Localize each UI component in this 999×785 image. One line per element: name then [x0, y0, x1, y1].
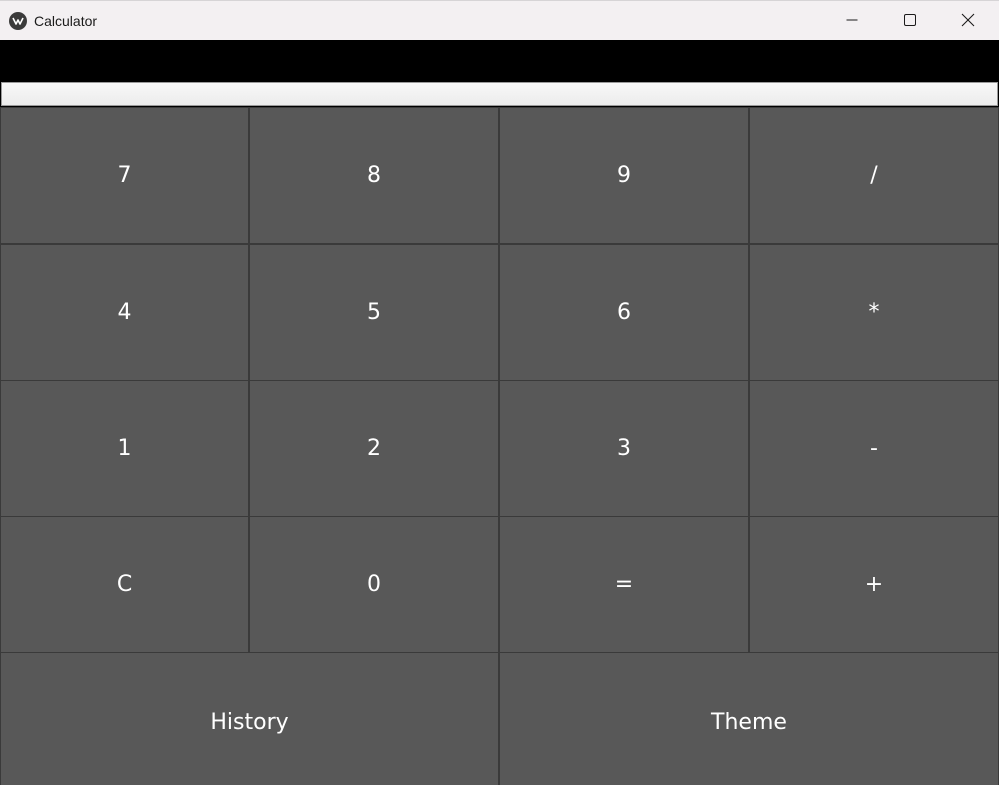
key-5[interactable]: 5: [249, 244, 499, 381]
close-icon: [961, 13, 975, 27]
app-logo-icon: [9, 12, 27, 30]
key-subtract[interactable]: -: [749, 380, 999, 517]
key-7[interactable]: 7: [0, 107, 249, 244]
maximize-button[interactable]: [881, 0, 939, 40]
key-9[interactable]: 9: [499, 107, 749, 244]
key-label: 9: [617, 163, 631, 188]
close-button[interactable]: [939, 0, 997, 40]
theme-button[interactable]: Theme: [499, 652, 999, 785]
key-label: 3: [617, 436, 631, 461]
maximize-icon: [904, 14, 916, 26]
key-divide[interactable]: /: [749, 107, 999, 244]
title-bar: Calculator: [0, 0, 999, 40]
key-label: 0: [367, 572, 381, 597]
key-8[interactable]: 8: [249, 107, 499, 244]
key-label: C: [116, 572, 133, 597]
key-0[interactable]: 0: [249, 516, 499, 653]
minimize-button[interactable]: [823, 0, 881, 40]
history-button-label: History: [210, 709, 289, 735]
window-title: Calculator: [34, 13, 98, 29]
key-label: *: [868, 300, 880, 325]
key-label: 4: [117, 300, 132, 325]
result-display: [0, 40, 999, 81]
key-label: 8: [367, 163, 381, 188]
key-label: +: [864, 572, 884, 597]
key-equals[interactable]: =: [499, 516, 749, 653]
key-label: 1: [117, 436, 132, 461]
key-1[interactable]: 1: [0, 380, 249, 517]
calculator-window: Calculator 7 8 9 / 4 5 6 * 1 2 3 - C 0 =…: [0, 0, 999, 785]
key-add[interactable]: +: [749, 516, 999, 653]
key-3[interactable]: 3: [499, 380, 749, 517]
key-multiply[interactable]: *: [749, 244, 999, 381]
key-label: 6: [617, 300, 631, 325]
theme-button-label: Theme: [711, 709, 787, 735]
key-clear[interactable]: C: [0, 516, 249, 653]
key-2[interactable]: 2: [249, 380, 499, 517]
history-button[interactable]: History: [0, 652, 499, 785]
expression-input[interactable]: [1, 82, 998, 106]
key-label: 7: [117, 163, 132, 188]
key-label: =: [614, 572, 634, 597]
minimize-icon: [846, 19, 858, 21]
key-4[interactable]: 4: [0, 244, 249, 381]
key-label: 2: [367, 436, 381, 461]
key-label: 5: [367, 300, 381, 325]
key-6[interactable]: 6: [499, 244, 749, 381]
key-label: /: [870, 163, 878, 188]
key-label: -: [870, 436, 878, 461]
